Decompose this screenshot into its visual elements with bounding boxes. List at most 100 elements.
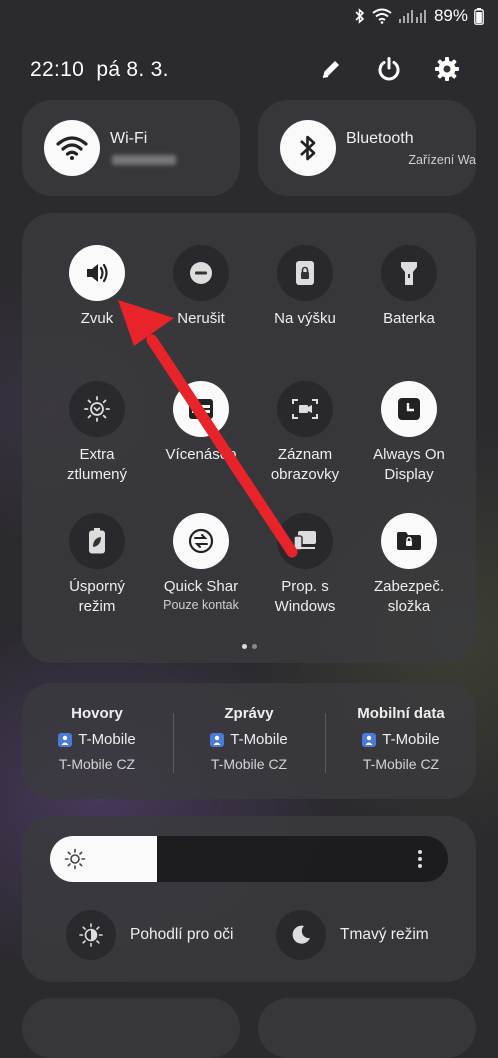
bluetooth-status-icon [355,8,365,24]
zabezpec-toggle[interactable] [381,513,437,569]
tile-zabezpec[interactable]: Zabezpeč. složka [354,513,464,617]
tile-label: Baterka [354,309,464,329]
flashlight-icon [398,259,420,287]
do-not-disturb-icon [188,260,214,286]
wifi-tile[interactable]: Wi-Fi [22,100,240,196]
sim-panel: Hovory T-Mobile T-Mobile CZ Zprávy T-Mob… [22,683,476,799]
tile-label-line1: Always On [373,446,445,463]
pencil-icon [322,61,339,78]
usporny-toggle[interactable] [69,513,125,569]
bluetooth-tile[interactable]: Bluetooth Zařízení Wa [258,100,476,196]
settings-button[interactable] [432,54,462,84]
tile-label-line2: obrazovky [270,466,340,483]
tile-vicenasobne[interactable]: Vícenásob [146,381,256,465]
zvuk-toggle[interactable] [69,245,125,301]
tile-label-line2: Display [384,466,434,483]
tile-label-line1: Extra [79,446,115,463]
tile-quick-share[interactable]: Quick Shar Pouze kontak [146,513,256,613]
tile-label-line1: Vícenásob [165,446,237,463]
na-vysku-toggle[interactable] [277,245,333,301]
sim-heading: Mobilní data [357,705,445,722]
status-bar: 89% [0,0,498,32]
bluetooth-device: Zařízení Wa [408,153,476,167]
multi-window-icon [187,397,215,421]
dark-mode-toggle[interactable]: Tmavý režim [276,910,429,960]
tile-label-line2: složka [387,598,431,615]
tile-sublabel: Pouze kontak [163,598,239,612]
tile-label: Nerušit [146,309,256,329]
eye-comfort-button[interactable] [66,910,116,960]
link-windows-icon [291,529,319,553]
tile-label-line1: Na výšku [274,310,336,327]
screen-record-icon [291,397,319,421]
quick-share-toggle[interactable] [173,513,229,569]
tile-always-on[interactable]: Always On Display [354,381,464,485]
secure-folder-icon [395,529,423,553]
sim-mobile-data[interactable]: Mobilní data T-Mobile T-Mobile CZ [326,705,476,772]
power-button[interactable] [374,54,404,84]
page-dot-2[interactable] [251,644,257,649]
tile-label: Úsporný režim [42,577,152,617]
tile-label: Prop. s Windows [250,577,360,617]
tile-label-line1: Quick Shar [163,578,239,595]
signal-status-icon [398,10,426,23]
page-dot-1[interactable] [241,644,247,649]
always-on-toggle[interactable] [381,381,437,437]
extra-ztlumeny-toggle[interactable] [69,381,125,437]
sim-messages[interactable]: Zprávy T-Mobile T-Mobile CZ [174,705,324,772]
tile-prop-windows[interactable]: Prop. s Windows [250,513,360,617]
baterka-toggle[interactable] [381,245,437,301]
bluetooth-label: Bluetooth [346,130,414,147]
more-options-icon[interactable] [414,848,426,870]
brightness-panel: Pohodlí pro oči Tmavý režim [22,816,476,982]
brightness-sun-icon [64,848,86,870]
power-icon [378,57,400,81]
tile-label-line2: Windows [274,598,336,615]
extra-dim-icon [83,395,111,423]
tile-label-line2: ztlumený [66,466,128,483]
wifi-toggle[interactable] [44,120,100,176]
tile-extra-ztlumeny[interactable]: Extra ztlumený [42,381,152,485]
sim-badge-icon [362,732,377,747]
battery-icon [474,7,484,25]
dark-mode-button[interactable] [276,910,326,960]
tile-nerusit[interactable]: Nerušit [146,245,256,329]
sim-calls[interactable]: Hovory T-Mobile T-Mobile CZ [22,705,172,772]
clock-time: 22:10 [30,58,85,81]
dark-mode-label: Tmavý režim [340,926,429,943]
tile-label-line2: režim [78,598,116,615]
sim-operator: T-Mobile [78,731,136,748]
tile-label: Vícenásob [146,445,256,465]
edit-button[interactable] [316,54,346,84]
brightness-slider[interactable] [50,836,448,882]
battery-percent: 89% [433,6,468,25]
sim-heading: Zprávy [224,705,274,722]
sim-operator: T-Mobile [230,731,288,748]
eye-comfort-toggle[interactable]: Pohodlí pro oči [66,910,233,960]
prop-windows-toggle[interactable] [277,513,333,569]
zaznam-toggle[interactable] [277,381,333,437]
sim-badge-icon [210,732,225,747]
eye-comfort-icon [79,923,103,947]
tile-baterka[interactable]: Baterka [354,245,464,329]
tile-label: Zvuk [42,309,152,329]
tile-label: Quick Shar Pouze kontak [146,577,256,613]
tile-label-line1: Úsporný [69,578,125,595]
sim-network: T-Mobile CZ [362,756,440,772]
tile-zvuk[interactable]: Zvuk [42,245,152,329]
tile-label: Zabezpeč. složka [354,577,464,617]
clock-icon [396,396,422,422]
devices-tile[interactable] [258,998,476,1058]
moon-icon [292,925,310,944]
tile-zaznam[interactable]: Záznam obrazovky [250,381,360,485]
wifi-label: Wi-Fi [110,130,148,147]
wifi-status-icon [372,8,392,24]
bluetooth-icon [300,135,316,161]
tile-na-vysku[interactable]: Na výšku [250,245,360,329]
vicenasobne-toggle[interactable] [173,381,229,437]
tile-label: Always On Display [354,445,464,485]
nerusit-toggle[interactable] [173,245,229,301]
bluetooth-toggle[interactable] [280,120,336,176]
media-tile[interactable] [22,998,240,1058]
tile-usporny[interactable]: Úsporný režim [42,513,152,617]
